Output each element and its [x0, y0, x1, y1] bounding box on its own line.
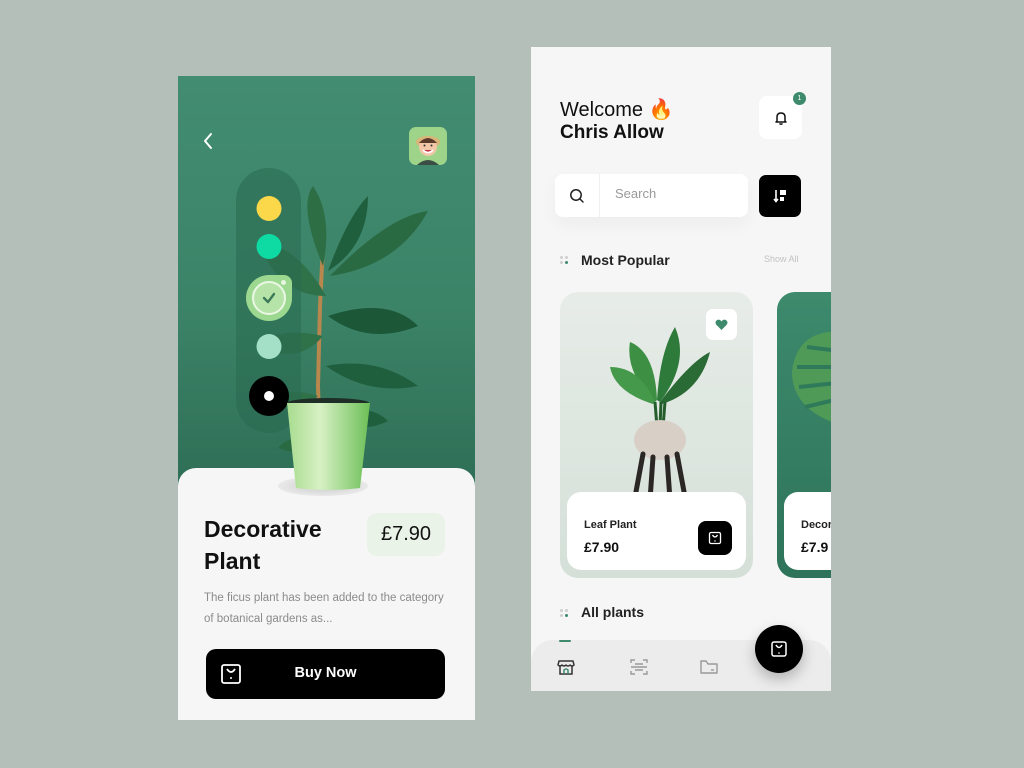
product-title-line2: Plant: [204, 548, 261, 574]
product-title-line1: Decorative: [204, 516, 322, 542]
color-selector: [236, 168, 301, 433]
product-price: £7.90: [584, 539, 620, 555]
back-button[interactable]: [198, 130, 220, 152]
store-icon: [557, 660, 575, 675]
folder-icon: [700, 660, 718, 674]
add-to-cart-button[interactable]: [698, 521, 732, 555]
show-all-link[interactable]: Show All: [764, 254, 799, 264]
nav-folder[interactable]: [699, 657, 719, 677]
all-plants-heading: All plants: [581, 604, 645, 620]
color-option-pale-teal[interactable]: [256, 334, 281, 359]
product-card-info: Decor £7.9: [784, 492, 831, 570]
product-description: The ficus plant has been added to the ca…: [204, 592, 444, 625]
product-title: Decorative Plant: [204, 513, 322, 577]
green-pot-image: [287, 398, 370, 490]
chevron-left-icon: [204, 133, 212, 149]
shopping-bag-icon: [708, 531, 722, 545]
favorite-button[interactable]: [706, 309, 737, 340]
color-option-yellow[interactable]: [256, 196, 281, 221]
product-card-decorative-plant[interactable]: Decor £7.9: [777, 292, 831, 578]
notification-badge: 1: [793, 92, 806, 105]
search-icon: [570, 188, 584, 203]
product-card-info: Leaf Plant £7.90: [567, 492, 746, 570]
scan-icon: [630, 659, 648, 675]
indicator-dot: [280, 280, 286, 285]
shopping-bag-icon: [771, 641, 787, 657]
product-detail-screen: Decorative Plant £7.90 The ficus plant h…: [178, 76, 475, 720]
color-option-mint[interactable]: [256, 234, 281, 259]
user-name: Chris Allow: [560, 122, 664, 143]
user-photo-icon: [416, 136, 440, 165]
bell-icon: [774, 111, 787, 125]
section-dots-icon: [560, 609, 568, 617]
nav-scan[interactable]: [629, 657, 649, 677]
heart-icon: [715, 319, 728, 330]
color-option-light-green-selected[interactable]: [245, 275, 292, 321]
buy-now-label: Buy Now: [294, 665, 357, 681]
product-name: Decor: [801, 519, 831, 531]
leaf-plant-image: [610, 327, 710, 502]
monstera-leaf-image: [792, 331, 831, 422]
most-popular-heading: Most Popular: [581, 252, 670, 268]
black-option-center: [263, 391, 274, 401]
greeting: Welcome 🔥: [560, 99, 674, 121]
search-input[interactable]: [615, 186, 735, 201]
product-card-leaf-plant[interactable]: Leaf Plant £7.90: [560, 292, 753, 578]
cart-fab-button[interactable]: [755, 625, 803, 673]
check-icon: [262, 292, 275, 304]
home-screen: Welcome 🔥 Chris Allow 1 Most Popular Sho…: [531, 47, 831, 691]
section-dots-icon: [560, 256, 568, 264]
product-price: £7.9: [801, 539, 829, 555]
price-badge: £7.90: [367, 513, 445, 556]
sort-filter-icon: [773, 190, 786, 203]
active-tab-indicator: [559, 640, 571, 642]
color-option-black[interactable]: [248, 376, 289, 416]
buy-now-button[interactable]: Buy Now: [206, 649, 445, 699]
avatar[interactable]: [409, 127, 447, 165]
nav-store[interactable]: [556, 657, 576, 677]
filter-sort-button[interactable]: [759, 175, 801, 217]
selected-ring: [251, 281, 286, 315]
search-bar: [555, 174, 748, 217]
search-button[interactable]: [555, 174, 600, 217]
product-name: Leaf Plant: [584, 519, 637, 531]
